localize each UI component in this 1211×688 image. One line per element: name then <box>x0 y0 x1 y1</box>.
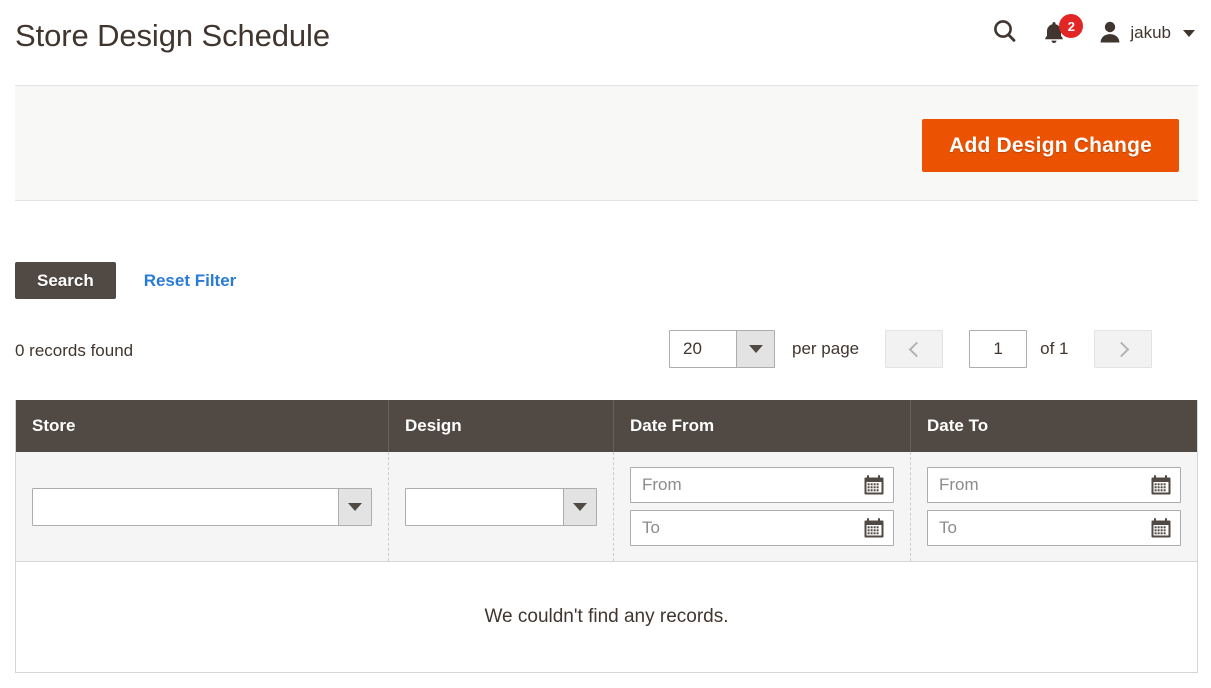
per-page-value: 20 <box>670 331 736 367</box>
page-header: Store Design Schedule 2 jakub <box>0 0 1211 85</box>
total-pages-label: of 1 <box>1040 339 1069 358</box>
per-page-dropdown-arrow[interactable] <box>736 331 774 367</box>
calendar-icon[interactable] <box>1150 518 1172 539</box>
records-found-label: 0 records found <box>15 341 134 360</box>
user-avatar-icon <box>1099 20 1121 47</box>
page-title: Store Design Schedule <box>15 18 330 53</box>
column-header-date-from[interactable]: Date From <box>613 400 910 452</box>
calendar-icon[interactable] <box>1150 475 1172 496</box>
per-page-label: per page <box>792 339 860 358</box>
store-filter-value <box>33 488 338 525</box>
chevron-down-icon <box>748 345 763 353</box>
chevron-left-icon <box>908 341 924 357</box>
per-page-select[interactable]: 20 <box>669 330 775 368</box>
date-from-start-input[interactable]: From <box>630 467 894 503</box>
notification-count-badge: 2 <box>1059 14 1084 38</box>
chevron-down-icon <box>1183 29 1195 37</box>
previous-page-button[interactable] <box>885 330 944 368</box>
user-name-label: jakub <box>1130 23 1171 42</box>
grid-header-row: Store Design Date From Date To <box>16 400 1197 452</box>
store-filter-select[interactable] <box>32 487 372 526</box>
filter-cell-design <box>388 452 613 561</box>
pager: 20 per page 1 of 1 <box>669 330 1153 368</box>
add-design-change-button[interactable]: Add Design Change <box>922 119 1179 172</box>
grid-empty-message: We couldn't find any records. <box>16 562 1197 672</box>
chevron-down-icon <box>573 502 587 511</box>
filter-cell-date-from: From To <box>613 452 910 561</box>
page-number-input[interactable]: 1 <box>969 330 1028 368</box>
calendar-icon[interactable] <box>863 518 885 539</box>
date-from-end-input[interactable]: To <box>630 510 894 546</box>
header-tools: 2 jakub <box>983 14 1199 52</box>
records-pagination-row: 0 records found 20 per page 1 of 1 <box>15 330 1198 376</box>
chevron-right-icon <box>1113 341 1130 357</box>
date-to-start-placeholder: From <box>939 475 979 494</box>
date-from-end-placeholder: To <box>642 518 660 537</box>
design-schedule-grid: Store Design Date From Date To From To F… <box>15 400 1198 673</box>
notifications-button[interactable]: 2 <box>1027 14 1093 52</box>
design-filter-value <box>406 488 563 525</box>
reset-filter-link[interactable]: Reset Filter <box>144 271 237 291</box>
column-header-store[interactable]: Store <box>16 400 388 452</box>
store-filter-dropdown-arrow[interactable] <box>338 488 371 525</box>
user-menu-button[interactable]: jakub <box>1093 14 1199 52</box>
date-from-start-placeholder: From <box>642 475 682 494</box>
filter-cell-store <box>16 452 388 561</box>
page-actions-bar: Add Design Change <box>15 85 1198 201</box>
filter-cell-date-to: From To <box>910 452 1197 561</box>
date-to-end-input[interactable]: To <box>927 510 1181 546</box>
calendar-icon[interactable] <box>863 475 885 496</box>
global-search-button[interactable] <box>983 14 1027 52</box>
grid-filter-row: From To From To <box>16 452 1197 562</box>
search-button[interactable]: Search <box>15 262 116 299</box>
search-icon <box>990 17 1020 50</box>
column-header-date-to[interactable]: Date To <box>910 400 1197 452</box>
date-to-start-input[interactable]: From <box>927 467 1181 503</box>
store-design-schedule-page: Store Design Schedule 2 jakub Add Design… <box>0 0 1211 688</box>
date-to-end-placeholder: To <box>939 518 957 537</box>
design-filter-select[interactable] <box>405 487 597 526</box>
chevron-down-icon <box>348 502 362 511</box>
filter-actions: Search Reset Filter <box>15 262 236 299</box>
design-filter-dropdown-arrow[interactable] <box>563 488 596 525</box>
column-header-design[interactable]: Design <box>388 400 613 452</box>
next-page-button[interactable] <box>1094 330 1153 368</box>
